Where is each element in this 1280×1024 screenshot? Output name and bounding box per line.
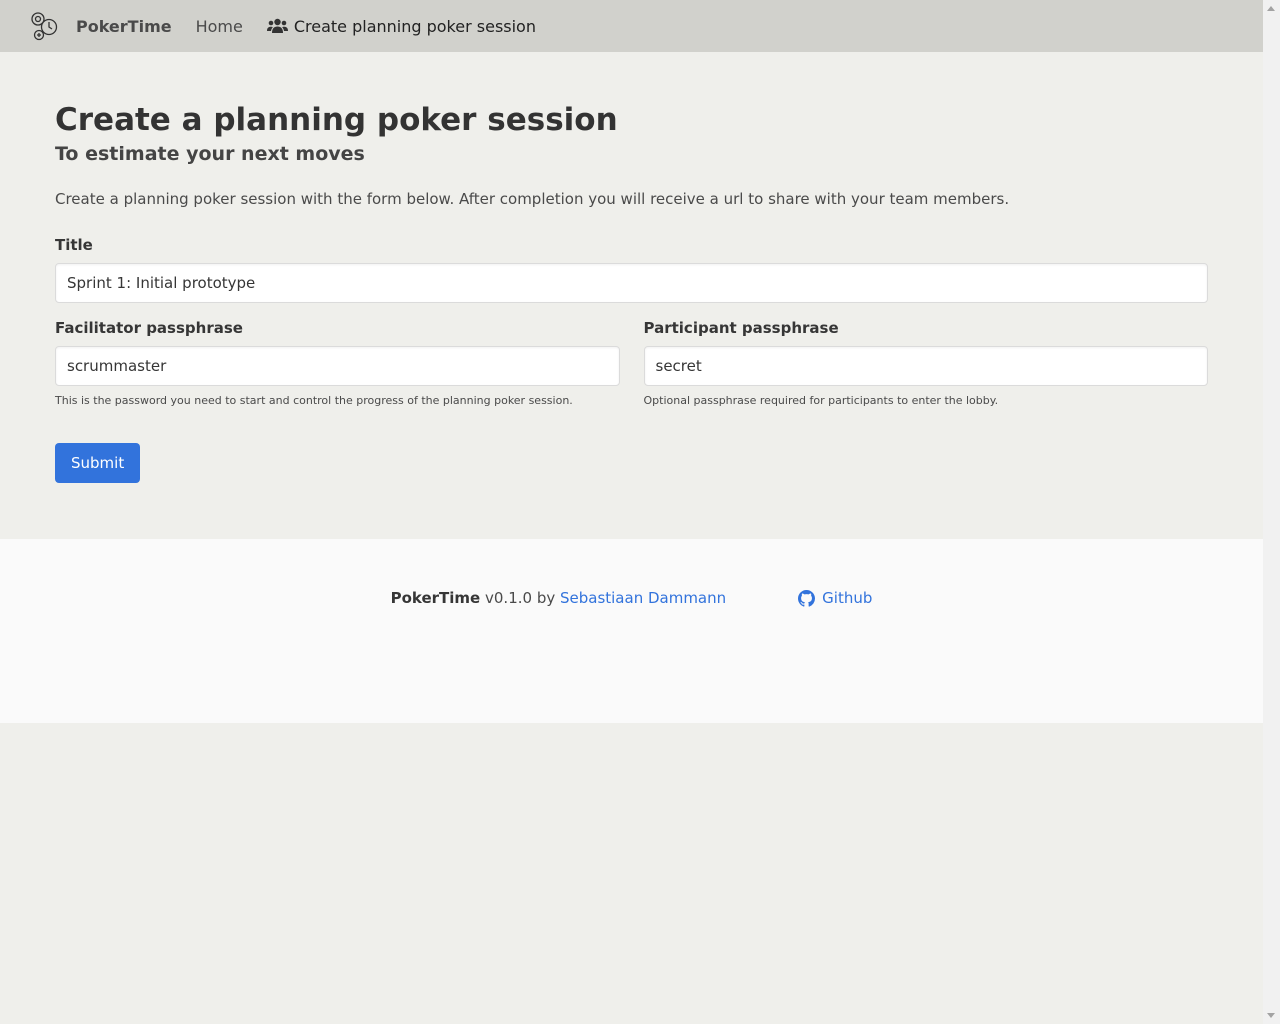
facilitator-help-text: This is the password you need to start a…: [55, 394, 573, 407]
submit-button[interactable]: Submit: [55, 443, 141, 483]
users-icon: [266, 18, 288, 33]
facilitator-passphrase-input[interactable]: [55, 346, 620, 386]
participant-label: Participant passphrase: [643, 319, 839, 337]
facilitator-field: Facilitator passphrase This is the passw…: [55, 319, 620, 407]
intro-text: Create a planning poker session with the…: [55, 190, 1010, 208]
footer-app-name: PokerTime: [390, 589, 481, 607]
page-title: Create a planning poker session: [55, 102, 618, 138]
scroll-up-icon[interactable]: [1267, 6, 1275, 11]
main-section: Create a planning poker session To estim…: [0, 52, 1263, 539]
github-icon: [798, 590, 816, 607]
nav-item-home[interactable]: Home: [196, 17, 243, 36]
vertical-scrollbar[interactable]: [1263, 0, 1280, 1024]
facilitator-label: Facilitator passphrase: [55, 319, 243, 337]
poker-time-logo-icon: [31, 12, 58, 41]
title-input[interactable]: [55, 263, 1208, 303]
github-link-label: Github: [822, 589, 873, 607]
footer-github: Github: [798, 589, 872, 723]
github-link[interactable]: Github: [798, 589, 872, 607]
nav-item-create-session-label: Create planning poker session: [293, 16, 536, 36]
participant-field: Participant passphrase Optional passphra…: [643, 319, 1208, 407]
page: PokerTime Home Create planning poker ses…: [0, 0, 1263, 1024]
create-session-form: Title Facilitator passphrase This is the…: [55, 236, 1208, 483]
footer: PokerTime v0.1.0 by Sebastiaan Dammann G…: [0, 539, 1263, 723]
footer-credits: PokerTime v0.1.0 by Sebastiaan Dammann: [391, 589, 727, 723]
scroll-down-icon[interactable]: [1267, 1013, 1275, 1018]
nav-item-create-session[interactable]: Create planning poker session: [266, 16, 536, 36]
nav-item-home-label: Home: [195, 16, 243, 36]
author-link[interactable]: Sebastiaan Dammann: [560, 589, 726, 607]
participant-help-text: Optional passphrase required for partici…: [643, 394, 999, 407]
participant-passphrase-input[interactable]: [643, 346, 1208, 386]
passphrase-row: Facilitator passphrase This is the passw…: [55, 319, 1208, 407]
viewport: PokerTime Home Create planning poker ses…: [0, 0, 1280, 1024]
page-subtitle: To estimate your next moves: [55, 143, 365, 165]
footer-version: v0.1.0 by: [480, 589, 560, 607]
brand-link[interactable]: PokerTime: [28, 10, 172, 42]
brand-name: PokerTime: [76, 16, 172, 36]
navbar: PokerTime Home Create planning poker ses…: [0, 0, 1263, 52]
title-label: Title: [55, 236, 93, 254]
title-field: Title: [55, 236, 1208, 303]
